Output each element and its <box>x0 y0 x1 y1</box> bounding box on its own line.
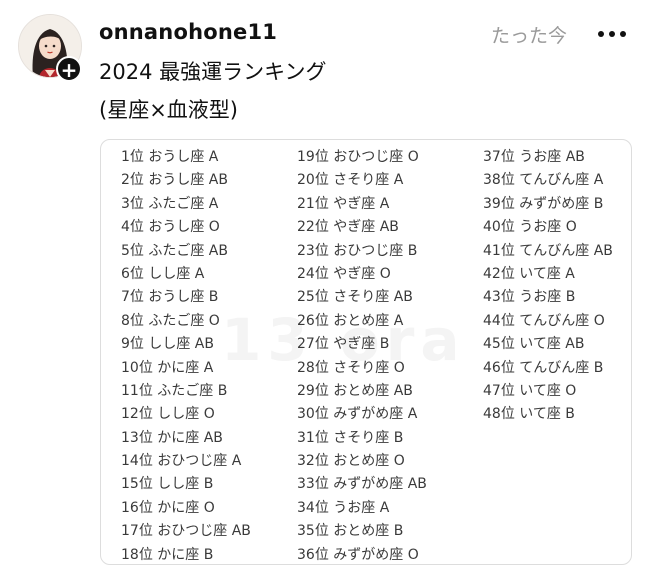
ranking-item: 12位 しし座 O <box>121 406 215 423</box>
ranking-item: 11位 ふたご座 B <box>121 382 228 399</box>
ranking-item: 10位 かに座 A <box>121 359 214 376</box>
post-text-title: 2024 最強運ランキング <box>99 60 327 84</box>
ranking-item: 4位 おうし座 O <box>121 219 220 236</box>
ranking-item: 47位 いて座 O <box>483 382 577 399</box>
ranking-item: 24位 やぎ座 O <box>297 265 391 282</box>
ranking-item: 22位 やぎ座 AB <box>297 219 399 236</box>
ranking-item: 9位 しし座 AB <box>121 336 214 353</box>
username[interactable]: onnanohone11 <box>99 20 277 44</box>
ranking-item: 28位 さそり座 O <box>297 359 405 376</box>
ranking-item: 39位 みずがめ座 B <box>483 195 604 212</box>
ranking-item: 33位 みずがめ座 AB <box>297 476 427 493</box>
more-horizontal-icon[interactable] <box>596 31 630 39</box>
ranking-item: 45位 いて座 AB <box>483 336 585 353</box>
ranking-item: 37位 うお座 AB <box>483 149 585 165</box>
ranking-item: 17位 おひつじ座 AB <box>121 523 251 540</box>
ranking-item: 41位 てんびん座 AB <box>483 242 613 259</box>
ranking-item: 32位 おとめ座 O <box>297 453 405 470</box>
ranking-item: 46位 てんびん座 B <box>483 359 604 376</box>
ranking-item: 1位 おうし座 A <box>121 149 219 165</box>
ranking-item: 5位 ふたご座 AB <box>121 242 228 259</box>
ranking-item: 16位 かに座 O <box>121 499 215 516</box>
ranking-item: 43位 うお座 B <box>483 289 576 306</box>
ranking-item: 35位 おとめ座 B <box>297 523 404 540</box>
ranking-item: 40位 うお座 O <box>483 219 577 236</box>
ranking-item: 8位 ふたご座 O <box>121 312 220 329</box>
ranking-item: 34位 うお座 A <box>297 499 390 516</box>
follow-plus-icon[interactable]: + <box>56 56 82 82</box>
ranking-item: 29位 おとめ座 AB <box>297 382 413 399</box>
ranking-column-3: 37位 うお座 AB 38位 てんびん座 A 39位 みずがめ座 B 40位 うお座 … <box>483 146 613 427</box>
ranking-item: 15位 しし座 B <box>121 476 214 493</box>
ranking-item: 38位 てんびん座 A <box>483 172 604 189</box>
ranking-item: 36位 みずがめ座 O <box>297 546 419 563</box>
ranking-item: 44位 てんびん座 O <box>483 312 605 329</box>
ranking-item: 42位 いて座 A <box>483 265 575 282</box>
post-image[interactable]: 13 ora 1位 おうし座 A 2位 おうし座 AB 3位 ふたご座 A 4位 おう… <box>100 139 632 565</box>
ranking-item: 7位 おうし座 B <box>121 289 219 306</box>
ranking-item: 27位 やぎ座 B <box>297 336 390 353</box>
ranking-item: 13位 かに座 AB <box>121 429 223 446</box>
ranking-column-1: 1位 おうし座 A 2位 おうし座 AB 3位 ふたご座 A 4位 おうし座 O 5位 … <box>121 146 251 564</box>
ranking-item: 48位 いて座 B <box>483 406 575 423</box>
ranking-item: 26位 おとめ座 A <box>297 312 404 329</box>
timestamp: たった今 <box>491 25 568 47</box>
ranking-item: 31位 さそり座 B <box>297 429 404 446</box>
ranking-item: 2位 おうし座 AB <box>121 172 228 189</box>
ranking-item: 6位 しし座 A <box>121 265 205 282</box>
ranking-item: 25位 さそり座 AB <box>297 289 413 306</box>
ranking-item: 23位 おひつじ座 B <box>297 242 418 259</box>
post-text-subtitle: (星座×血液型) <box>99 98 238 122</box>
ranking-item: 18位 かに座 B <box>121 546 214 563</box>
ranking-item: 30位 みずがめ座 A <box>297 406 418 423</box>
ranking-item: 3位 ふたご座 A <box>121 195 219 212</box>
ranking-item: 14位 おひつじ座 A <box>121 453 242 470</box>
ranking-column-2: 19位 おひつじ座 O 20位 さそり座 A 21位 やぎ座 A 22位 やぎ座 AB… <box>297 146 427 564</box>
ranking-item: 21位 やぎ座 A <box>297 195 390 212</box>
ranking-item: 20位 さそり座 A <box>297 172 404 189</box>
ranking-item: 19位 おひつじ座 O <box>297 149 419 165</box>
